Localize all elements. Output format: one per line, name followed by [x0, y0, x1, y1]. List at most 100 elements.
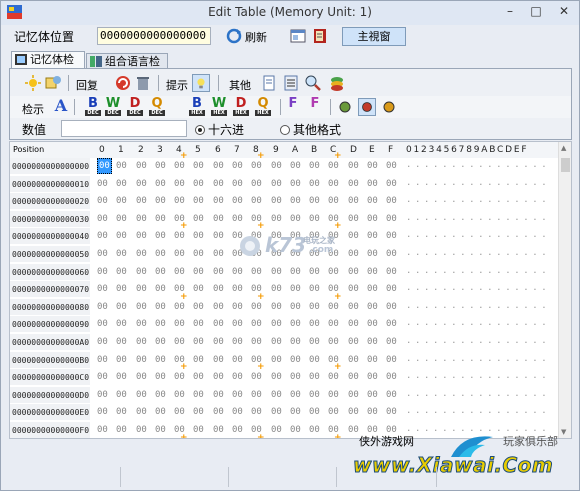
- byte-cell[interactable]: 00: [174, 249, 185, 259]
- main-window-button[interactable]: 主視窗: [342, 27, 406, 46]
- byte-cell[interactable]: 00: [155, 337, 166, 347]
- byte-cell[interactable]: 00: [367, 196, 378, 206]
- byte-cell[interactable]: 00: [348, 196, 359, 206]
- byte-cell[interactable]: 00: [116, 355, 127, 365]
- byte-cell[interactable]: 00: [136, 284, 147, 294]
- byte-cell[interactable]: 00: [155, 372, 166, 382]
- byte-cell[interactable]: 00: [174, 319, 185, 329]
- byte-cell[interactable]: 00: [290, 355, 301, 365]
- byte-cell[interactable]: 00: [136, 267, 147, 277]
- byte-cell[interactable]: 00: [116, 214, 127, 224]
- byte-cell[interactable]: 00: [213, 249, 224, 259]
- byte-cell[interactable]: 00: [136, 179, 147, 189]
- format-button-w-dec[interactable]: W DEC: [102, 97, 124, 117]
- byte-cell[interactable]: 00: [271, 372, 282, 382]
- byte-cell[interactable]: 00: [97, 284, 108, 294]
- byte-cell[interactable]: 00: [232, 319, 243, 329]
- byte-cell[interactable]: 00: [251, 196, 262, 206]
- byte-cell[interactable]: 00: [232, 196, 243, 206]
- byte-cell[interactable]: 00: [193, 355, 204, 365]
- byte-cell[interactable]: 00: [367, 214, 378, 224]
- byte-cell[interactable]: 00: [97, 302, 108, 312]
- byte-cell[interactable]: 00: [386, 355, 397, 365]
- restore-button[interactable]: 回复: [76, 77, 98, 93]
- byte-cell[interactable]: 00: [290, 196, 301, 206]
- byte-cell[interactable]: 00: [213, 161, 224, 171]
- byte-cell[interactable]: 00: [136, 355, 147, 365]
- font-icon[interactable]: A: [50, 97, 72, 117]
- byte-cell[interactable]: 00: [328, 390, 339, 400]
- byte-cell[interactable]: 00: [271, 214, 282, 224]
- byte-cell[interactable]: 00: [174, 302, 185, 312]
- byte-cell[interactable]: 00: [155, 161, 166, 171]
- byte-cell[interactable]: 00: [348, 179, 359, 189]
- byte-cell[interactable]: 00: [348, 302, 359, 312]
- byte-cell[interactable]: 00: [309, 302, 320, 312]
- byte-cell[interactable]: 00: [116, 161, 127, 171]
- byte-cell[interactable]: 00: [136, 337, 147, 347]
- byte-cell[interactable]: 00: [232, 425, 243, 435]
- byte-cell[interactable]: 00: [290, 284, 301, 294]
- byte-cell[interactable]: 00: [309, 284, 320, 294]
- byte-cell[interactable]: 00: [271, 179, 282, 189]
- value-input[interactable]: [61, 120, 187, 137]
- byte-cell[interactable]: 00: [232, 267, 243, 277]
- byte-cell[interactable]: 00: [116, 372, 127, 382]
- byte-cell[interactable]: 00: [251, 372, 262, 382]
- minimize-button[interactable]: –: [497, 1, 523, 21]
- byte-cell[interactable]: 00: [174, 372, 185, 382]
- byte-cell[interactable]: 00: [232, 161, 243, 171]
- byte-cell[interactable]: 00: [136, 249, 147, 259]
- byte-cell[interactable]: 00: [309, 390, 320, 400]
- sun-icon[interactable]: [24, 74, 42, 92]
- format-button-w-hex[interactable]: W HEX: [208, 97, 230, 117]
- byte-cell[interactable]: 00: [232, 372, 243, 382]
- byte-cell[interactable]: 00: [155, 302, 166, 312]
- byte-cell[interactable]: 00: [116, 425, 127, 435]
- byte-cell[interactable]: 00: [271, 337, 282, 347]
- format-button-d-hex[interactable]: D HEX: [230, 97, 252, 117]
- byte-cell[interactable]: 00: [155, 249, 166, 259]
- byte-cell[interactable]: 00: [386, 161, 397, 171]
- byte-cell[interactable]: 00: [97, 179, 108, 189]
- byte-cell[interactable]: 00: [271, 390, 282, 400]
- byte-cell[interactable]: 00: [328, 337, 339, 347]
- byte-cell[interactable]: 00: [386, 407, 397, 417]
- byte-cell[interactable]: 00: [193, 214, 204, 224]
- byte-cell[interactable]: 00: [213, 372, 224, 382]
- byte-cell[interactable]: 00: [309, 337, 320, 347]
- byte-cell[interactable]: 00: [348, 214, 359, 224]
- byte-cell[interactable]: 00: [232, 337, 243, 347]
- byte-cell[interactable]: 00: [386, 179, 397, 189]
- byte-cell[interactable]: 00: [251, 267, 262, 277]
- byte-cell[interactable]: 00: [213, 319, 224, 329]
- byte-cell[interactable]: 00: [251, 407, 262, 417]
- byte-cell[interactable]: 00: [97, 407, 108, 417]
- radio-hex[interactable]: 十六进: [195, 121, 244, 138]
- byte-cell[interactable]: 00: [174, 161, 185, 171]
- hex-grid[interactable]: Position 0123456789ABCDEF 0123456789ABCD…: [9, 141, 572, 439]
- hint-icon[interactable]: [192, 74, 210, 92]
- byte-cell[interactable]: 00: [271, 196, 282, 206]
- byte-cell[interactable]: 00: [136, 196, 147, 206]
- byte-cell[interactable]: 00: [386, 249, 397, 259]
- byte-cell[interactable]: 00: [232, 407, 243, 417]
- byte-cell[interactable]: 00: [290, 214, 301, 224]
- byte-cell[interactable]: 00: [97, 337, 108, 347]
- byte-cell[interactable]: 00: [193, 179, 204, 189]
- scroll-thumb[interactable]: [561, 158, 570, 172]
- byte-cell[interactable]: 00: [290, 372, 301, 382]
- byte-cell[interactable]: 00: [155, 267, 166, 277]
- byte-cell[interactable]: 00: [193, 267, 204, 277]
- undo-icon[interactable]: [114, 74, 132, 92]
- byte-cell[interactable]: 00: [271, 407, 282, 417]
- byte-cell[interactable]: 00: [290, 179, 301, 189]
- byte-cell[interactable]: 00: [328, 196, 339, 206]
- byte-cell[interactable]: 00: [116, 231, 127, 241]
- byte-cell[interactable]: 00: [97, 196, 108, 206]
- byte-cell[interactable]: 00: [155, 214, 166, 224]
- format-button-b-hex[interactable]: B HEX: [186, 97, 208, 117]
- byte-cell[interactable]: 00: [116, 284, 127, 294]
- byte-cell[interactable]: 00: [213, 407, 224, 417]
- byte-cell[interactable]: 00: [386, 214, 397, 224]
